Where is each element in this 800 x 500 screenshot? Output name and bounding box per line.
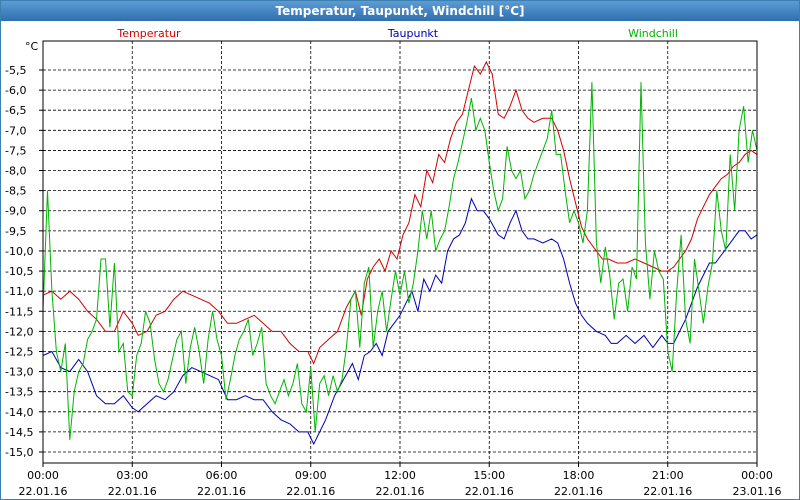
x-tick-date: 22.01.16 bbox=[197, 485, 246, 498]
x-tick-time: 12:00 bbox=[384, 469, 416, 482]
y-tick-label: -11,5 bbox=[5, 305, 33, 318]
chart-window: Temperatur, Taupunkt, Windchill [°C] -5,… bbox=[0, 0, 800, 500]
y-tick-label: -6,0 bbox=[5, 84, 26, 97]
legend-entry-temperatur: Temperatur bbox=[116, 27, 181, 40]
y-tick-label: -10,0 bbox=[5, 245, 33, 258]
x-tick-date: 22.01.16 bbox=[643, 485, 692, 498]
y-tick-label: -12,5 bbox=[5, 345, 33, 358]
y-tick-label: -13,5 bbox=[5, 386, 33, 399]
line-chart: -5,5 -6,0 -6,5 -7,0 -7,5 -8,0 -8,5 -9,0 -9,5 -10,… bbox=[5, 27, 781, 498]
y-tick-label: -8,0 bbox=[5, 165, 26, 178]
y-tick-label: -15,0 bbox=[5, 446, 33, 459]
x-tick-date: 23.01.16 bbox=[733, 485, 782, 498]
y-tick-label: -12,0 bbox=[5, 325, 33, 338]
y-tick-label: -5,5 bbox=[5, 64, 26, 77]
x-tick-time: 15:00 bbox=[473, 469, 505, 482]
y-tick-label: -7,5 bbox=[5, 144, 26, 157]
y-tick-label: -7,0 bbox=[5, 124, 26, 137]
x-tick-time: 21:00 bbox=[652, 469, 684, 482]
y-tick-label: -13,0 bbox=[5, 366, 33, 379]
x-tick-date: 22.01.16 bbox=[108, 485, 157, 498]
legend-entry-windchill: Windchill bbox=[628, 27, 678, 40]
x-tick-time: 06:00 bbox=[206, 469, 238, 482]
y-tick-label: -6,5 bbox=[5, 104, 26, 117]
y-tick-label: -9,5 bbox=[5, 225, 26, 238]
legend: Temperatur Taupunkt Windchill bbox=[116, 27, 678, 40]
x-tick-time: 18:00 bbox=[563, 469, 595, 482]
x-tick-time: 03:00 bbox=[116, 469, 148, 482]
y-tick-label: -11,0 bbox=[5, 285, 33, 298]
y-tick-label: -14,0 bbox=[5, 406, 33, 419]
y-tick-label: -14,5 bbox=[5, 426, 33, 439]
x-tick-date: 22.01.16 bbox=[19, 485, 68, 498]
x-tick-time: 00:00 bbox=[27, 469, 59, 482]
x-tick-date: 22.01.16 bbox=[554, 485, 603, 498]
y-tick-label: -9,0 bbox=[5, 205, 26, 218]
x-tick-date: 22.01.16 bbox=[286, 485, 335, 498]
x-tick-time: 09:00 bbox=[295, 469, 327, 482]
y-unit-label: °C bbox=[25, 40, 39, 53]
x-tick-date: 22.01.16 bbox=[376, 485, 425, 498]
legend-entry-taupunkt: Taupunkt bbox=[387, 27, 439, 40]
x-tick-date: 22.01.16 bbox=[465, 485, 514, 498]
x-tick-time: 00:00 bbox=[741, 469, 773, 482]
y-tick-label: -8,5 bbox=[5, 185, 26, 198]
grid-lines bbox=[43, 41, 757, 463]
tick-labels: -5,5 -6,0 -6,5 -7,0 -7,5 -8,0 -8,5 -9,0 -9,5 -10,… bbox=[5, 64, 781, 498]
y-tick-label: -10,5 bbox=[5, 265, 33, 278]
